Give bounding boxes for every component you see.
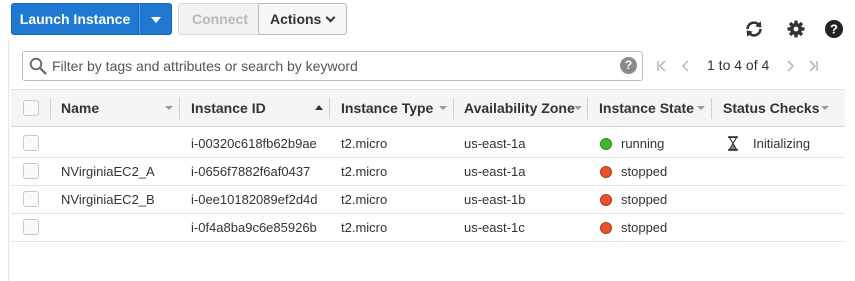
cell-availability-zone: us-east-1a bbox=[464, 136, 526, 151]
stopped-status-icon bbox=[600, 194, 612, 206]
last-page-icon[interactable] bbox=[805, 58, 821, 74]
column-header-instance-id[interactable]: Instance ID bbox=[191, 90, 266, 126]
prev-page-icon[interactable] bbox=[678, 58, 694, 74]
sort-caret-icon bbox=[439, 106, 447, 110]
sort-caret-icon bbox=[697, 106, 705, 110]
hourglass-icon bbox=[728, 136, 738, 151]
caret-down-icon bbox=[151, 17, 161, 23]
table-row[interactable]: i-00320c618fb62b9ae t2.micro us-east-1a … bbox=[11, 130, 845, 158]
cell-status-checks: Initializing bbox=[753, 136, 811, 151]
sort-ascending-icon bbox=[315, 105, 323, 110]
column-header-name[interactable]: Name bbox=[61, 90, 99, 126]
cell-instance-id: i-00320c618fb62b9ae bbox=[191, 136, 317, 151]
sort-caret-icon bbox=[574, 106, 582, 110]
cell-instance-id: i-0f4a8ba9c6e85926b bbox=[191, 220, 317, 235]
pagination: 1 to 4 of 4 bbox=[652, 51, 832, 81]
sort-caret-icon bbox=[821, 106, 829, 110]
column-header-availability-zone[interactable]: Availability Zone bbox=[464, 90, 575, 126]
table-header: Name Instance ID Instance Type Availabil… bbox=[11, 89, 845, 127]
cell-name: NVirginiaEC2_B bbox=[61, 192, 155, 207]
select-all-checkbox[interactable] bbox=[23, 100, 39, 116]
launch-instance-dropdown-button[interactable] bbox=[139, 3, 172, 35]
stopped-status-icon bbox=[600, 166, 612, 178]
actions-button[interactable]: Actions bbox=[258, 3, 347, 35]
sort-caret-icon bbox=[165, 106, 173, 110]
cell-instance-state: running bbox=[621, 136, 665, 151]
launch-instance-button[interactable]: Launch Instance bbox=[11, 3, 139, 35]
column-divider bbox=[453, 98, 454, 119]
table-row[interactable]: NVirginiaEC2_A i-0656f7882f6af0437 t2.mi… bbox=[11, 158, 845, 186]
column-divider bbox=[711, 98, 712, 119]
next-page-icon[interactable] bbox=[782, 58, 798, 74]
row-checkbox[interactable] bbox=[23, 191, 39, 207]
stopped-status-icon bbox=[600, 222, 612, 234]
toolbar: Launch Instance Connect Actions ? bbox=[11, 3, 855, 39]
table-row[interactable]: i-0f4a8ba9c6e85926b t2.micro us-east-1c … bbox=[11, 214, 845, 242]
cell-name: NVirginiaEC2_A bbox=[61, 164, 155, 179]
cell-instance-type: t2.micro bbox=[341, 136, 388, 151]
column-divider bbox=[50, 98, 51, 119]
cell-availability-zone: us-east-1a bbox=[464, 164, 526, 179]
row-checkbox[interactable] bbox=[23, 163, 39, 179]
first-page-icon[interactable] bbox=[654, 58, 670, 74]
search-icon bbox=[29, 57, 47, 75]
pagination-text: 1 to 4 of 4 bbox=[707, 57, 770, 73]
cell-availability-zone: us-east-1b bbox=[464, 192, 526, 207]
column-header-instance-type[interactable]: Instance Type bbox=[341, 90, 433, 126]
cell-instance-state: stopped bbox=[621, 164, 668, 179]
cell-instance-type: t2.micro bbox=[341, 192, 388, 207]
cell-instance-id: i-0656f7882f6af0437 bbox=[191, 164, 311, 179]
cell-instance-type: t2.micro bbox=[341, 164, 388, 179]
chevron-down-icon bbox=[325, 12, 336, 23]
cell-instance-state: stopped bbox=[621, 220, 668, 235]
cell-availability-zone: us-east-1c bbox=[464, 220, 525, 235]
cell-instance-type: t2.micro bbox=[341, 220, 388, 235]
refresh-icon[interactable] bbox=[744, 19, 764, 39]
svg-text:?: ? bbox=[830, 22, 838, 37]
running-status-icon bbox=[600, 138, 612, 150]
cell-instance-state: stopped bbox=[621, 192, 668, 207]
search-filter-box: ? bbox=[22, 51, 643, 81]
column-header-instance-state[interactable]: Instance State bbox=[599, 90, 694, 126]
column-header-status-checks[interactable]: Status Checks bbox=[723, 90, 819, 126]
cell-instance-id: i-0ee10182089ef2d4d bbox=[191, 192, 318, 207]
help-icon[interactable]: ? bbox=[824, 19, 844, 39]
search-input[interactable] bbox=[52, 53, 607, 79]
column-divider bbox=[587, 98, 588, 119]
actions-label: Actions bbox=[270, 11, 322, 27]
page-left-border bbox=[8, 40, 9, 281]
row-checkbox[interactable] bbox=[23, 219, 39, 235]
column-divider bbox=[179, 98, 180, 119]
table-row[interactable]: NVirginiaEC2_B i-0ee10182089ef2d4d t2.mi… bbox=[11, 186, 845, 214]
gear-icon[interactable] bbox=[786, 19, 806, 39]
column-divider bbox=[329, 98, 330, 119]
connect-button: Connect bbox=[178, 3, 262, 35]
search-help-icon[interactable]: ? bbox=[620, 57, 637, 74]
row-checkbox[interactable] bbox=[23, 135, 39, 151]
